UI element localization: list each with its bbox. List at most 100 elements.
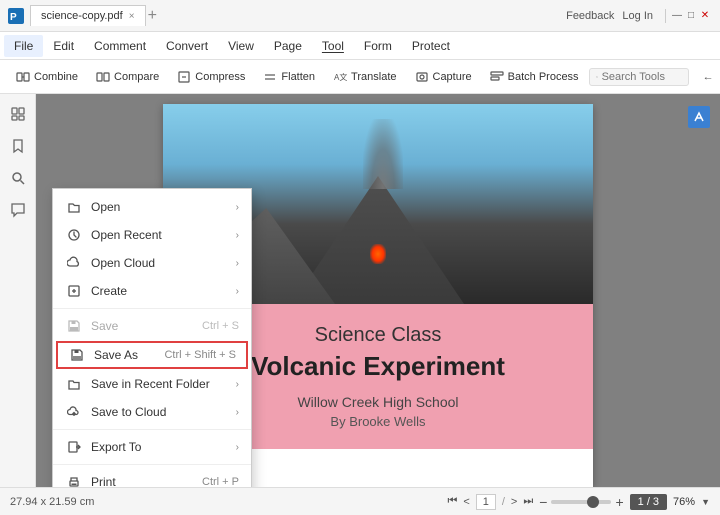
save-recent-icon [65,375,83,393]
menu-divider-2 [53,429,251,430]
compare-button[interactable]: Compare [88,67,167,87]
feedback-link[interactable]: Feedback [566,10,614,22]
compress-button[interactable]: Compress [169,67,253,87]
sidebar-comment-icon[interactable] [6,198,30,222]
menu-item-save-recent[interactable]: Save in Recent Folder › [53,370,251,398]
zoom-in-button[interactable]: + [615,494,623,510]
volcano-smoke [363,119,403,189]
nav-back-button[interactable]: ← [699,69,718,85]
page-dimensions: 27.94 x 21.59 cm [10,496,94,508]
zoom-percent: 76% [673,496,695,508]
minimize-button[interactable]: — [670,9,684,23]
main-content: Science Class Volcanic Experiment Willow… [0,94,720,487]
zoom-control: − + [539,494,623,510]
compress-label: Compress [195,71,245,83]
menu-bar: File Edit Comment Convert View Page Tool… [0,32,720,60]
open-cloud-icon [65,254,83,272]
zoom-out-button[interactable]: − [539,494,547,510]
batch-process-button[interactable]: Batch Process [482,67,587,87]
flatten-label: Flatten [281,71,315,83]
compare-icon [96,70,110,84]
menu-convert[interactable]: Convert [156,35,218,57]
menu-file[interactable]: File [4,35,43,57]
translate-button[interactable]: A文 Translate [325,67,404,87]
combine-label: Combine [34,71,78,83]
search-input[interactable] [602,71,682,83]
sidebar-search-icon[interactable] [6,166,30,190]
status-bar: 27.94 x 21.59 cm ⏮ < 1 / > ⏭ − + 1 / 3 7… [0,487,720,515]
file-dropdown-menu: Open › Open Recent › [52,188,252,487]
menu-page[interactable]: Page [264,35,312,57]
menu-item-create[interactable]: Create › [53,277,251,305]
menu-item-open-recent[interactable]: Open Recent › [53,221,251,249]
batch-icon [490,70,504,84]
compare-label: Compare [114,71,159,83]
flatten-button[interactable]: Flatten [255,67,323,87]
nav-prev-button[interactable]: < [463,496,469,508]
combine-icon [16,70,30,84]
current-page-input[interactable]: 1 [476,494,496,510]
svg-text:P: P [10,12,17,23]
tab-title: science-copy.pdf [41,10,123,22]
save-cloud-icon [65,403,83,421]
create-icon [65,282,83,300]
print-icon [65,473,83,487]
nav-first-button[interactable]: ⏮ [448,495,458,508]
title-sep [665,9,666,23]
menu-protect[interactable]: Protect [402,35,460,57]
corner-icon [688,106,710,128]
menu-divider-3 [53,464,251,465]
sidebar-thumbnail-icon[interactable] [6,102,30,126]
compress-icon [177,70,191,84]
menu-divider-1 [53,308,251,309]
combine-button[interactable]: Combine [8,67,86,87]
nav-last-button[interactable]: ⏭ [523,495,533,508]
menu-item-save[interactable]: Save Ctrl + S [53,312,251,340]
capture-label: Capture [433,71,472,83]
save-as-icon [68,346,86,364]
sidebar-bookmark-icon[interactable] [6,134,30,158]
menu-item-export[interactable]: Export To › [53,433,251,461]
close-tab-button[interactable]: × [129,11,135,22]
login-link[interactable]: Log In [622,10,653,22]
status-right: ⏮ < 1 / > ⏭ − + 1 / 3 76% ▼ [448,494,710,510]
zoom-slider[interactable] [551,500,611,504]
open-recent-icon [65,226,83,244]
page-separator: / [502,496,505,508]
menu-item-save-cloud[interactable]: Save to Cloud › [53,398,251,426]
page-indicator: 1 / 3 [630,494,667,510]
app-icon: P [8,8,24,24]
pdf-viewer: Science Class Volcanic Experiment Willow… [36,94,720,487]
translate-icon: A文 [333,70,347,84]
title-bar: P science-copy.pdf × + Feedback Log In —… [0,0,720,32]
search-icon [596,71,598,83]
maximize-button[interactable]: □ [684,9,698,23]
nav-controls: ← → [699,69,720,85]
sidebar [0,94,36,487]
search-tools[interactable] [589,68,689,86]
tab-science-copy[interactable]: science-copy.pdf × [30,5,146,26]
menu-item-open[interactable]: Open › [53,193,251,221]
new-tab-button[interactable]: + [148,7,157,25]
toolbar: Combine Compare Compress Flatten A文 Tran… [0,60,720,94]
menu-comment[interactable]: Comment [84,35,156,57]
menu-item-open-cloud[interactable]: Open Cloud › [53,249,251,277]
menu-item-save-as[interactable]: Save As Ctrl + Shift + S [56,341,248,369]
menu-view[interactable]: View [218,35,264,57]
lava-glow [370,244,386,264]
translate-label: Translate [351,71,396,83]
close-button[interactable]: ✕ [698,9,712,23]
menu-item-print[interactable]: Print Ctrl + P [53,468,251,487]
open-icon [65,198,83,216]
zoom-thumb [587,496,599,508]
menu-edit[interactable]: Edit [43,35,84,57]
page-next-button[interactable]: > [511,496,517,508]
capture-icon [415,70,429,84]
menu-tool[interactable]: Tool [312,35,354,57]
save-icon [65,317,83,335]
menu-form[interactable]: Form [354,35,402,57]
capture-button[interactable]: Capture [407,67,480,87]
flatten-icon [263,70,277,84]
zoom-dropdown-button[interactable]: ▼ [701,497,710,507]
svg-text:A文: A文 [334,72,347,82]
